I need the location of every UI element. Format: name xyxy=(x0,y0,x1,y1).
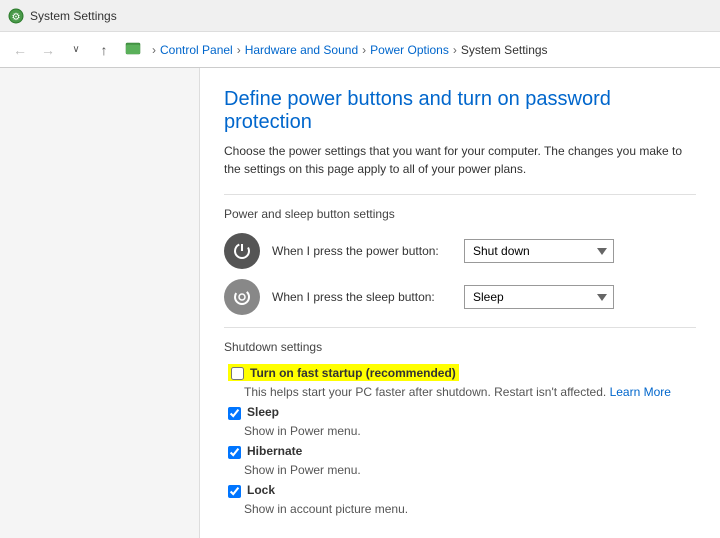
sleep-label: Sleep xyxy=(247,405,279,419)
power-button-row: When I press the power button: Shut down… xyxy=(224,233,696,269)
breadcrumb: › Control Panel › Hardware and Sound › P… xyxy=(150,43,712,57)
sleep-row: Sleep xyxy=(228,405,696,420)
fast-startup-checkbox[interactable] xyxy=(231,367,244,380)
shutdown-section-label: Shutdown settings xyxy=(224,340,696,354)
learn-more-link[interactable]: Learn More xyxy=(610,385,671,399)
fast-startup-label: Turn on fast startup (recommended) xyxy=(250,366,456,380)
svg-text:⚙: ⚙ xyxy=(12,12,21,23)
sleep-checkbox[interactable] xyxy=(228,407,241,420)
sleep-button-select[interactable]: Sleep Do nothing Hibernate xyxy=(464,285,614,309)
sleep-button-row: When I press the sleep button: Sleep Do … xyxy=(224,279,696,315)
lock-desc: Show in account picture menu. xyxy=(244,502,696,516)
control-panel-icon xyxy=(124,39,142,60)
fast-startup-highlight: Turn on fast startup (recommended) xyxy=(228,364,459,381)
hibernate-label: Hibernate xyxy=(247,444,302,458)
lock-label: Lock xyxy=(247,483,275,497)
sleep-button-icon xyxy=(224,279,260,315)
dropdown-button[interactable]: ∨ xyxy=(64,38,88,62)
fast-startup-row: Turn on fast startup (recommended) xyxy=(228,364,696,381)
breadcrumb-system-settings: System Settings xyxy=(461,43,548,57)
hibernate-row: Hibernate xyxy=(228,444,696,459)
page-title: Define power buttons and turn on passwor… xyxy=(224,88,696,134)
power-button-label: When I press the power button: xyxy=(272,244,452,258)
breadcrumb-hardware-sound[interactable]: Hardware and Sound xyxy=(245,43,358,57)
breadcrumb-control-panel[interactable]: Control Panel xyxy=(160,43,233,57)
hibernate-checkbox[interactable] xyxy=(228,446,241,459)
sleep-button-label: When I press the sleep button: xyxy=(272,290,452,304)
left-panel xyxy=(0,68,200,538)
main-content: Define power buttons and turn on passwor… xyxy=(200,68,720,538)
title-bar-icon: ⚙ xyxy=(8,8,24,24)
sleep-desc: Show in Power menu. xyxy=(244,424,696,438)
lock-checkbox[interactable] xyxy=(228,485,241,498)
hibernate-desc: Show in Power menu. xyxy=(244,463,696,477)
divider-2 xyxy=(224,327,696,328)
fast-startup-desc: This helps start your PC faster after sh… xyxy=(244,385,696,399)
main-container: Define power buttons and turn on passwor… xyxy=(0,68,720,538)
back-button[interactable]: ← xyxy=(8,38,32,62)
address-bar: ← → ∨ ↑ › Control Panel › Hardware and S… xyxy=(0,32,720,68)
power-button-select[interactable]: Shut down Do nothing Sleep Hibernate Tur… xyxy=(464,239,614,263)
power-sleep-section-label: Power and sleep button settings xyxy=(224,207,696,221)
breadcrumb-power-options[interactable]: Power Options xyxy=(370,43,449,57)
title-bar-title: System Settings xyxy=(30,9,117,23)
forward-button[interactable]: → xyxy=(36,38,60,62)
up-button[interactable]: ↑ xyxy=(92,38,116,62)
title-bar: ⚙ System Settings xyxy=(0,0,720,32)
divider-1 xyxy=(224,194,696,195)
power-button-icon xyxy=(224,233,260,269)
page-description: Choose the power settings that you want … xyxy=(224,142,696,178)
lock-row: Lock xyxy=(228,483,696,498)
